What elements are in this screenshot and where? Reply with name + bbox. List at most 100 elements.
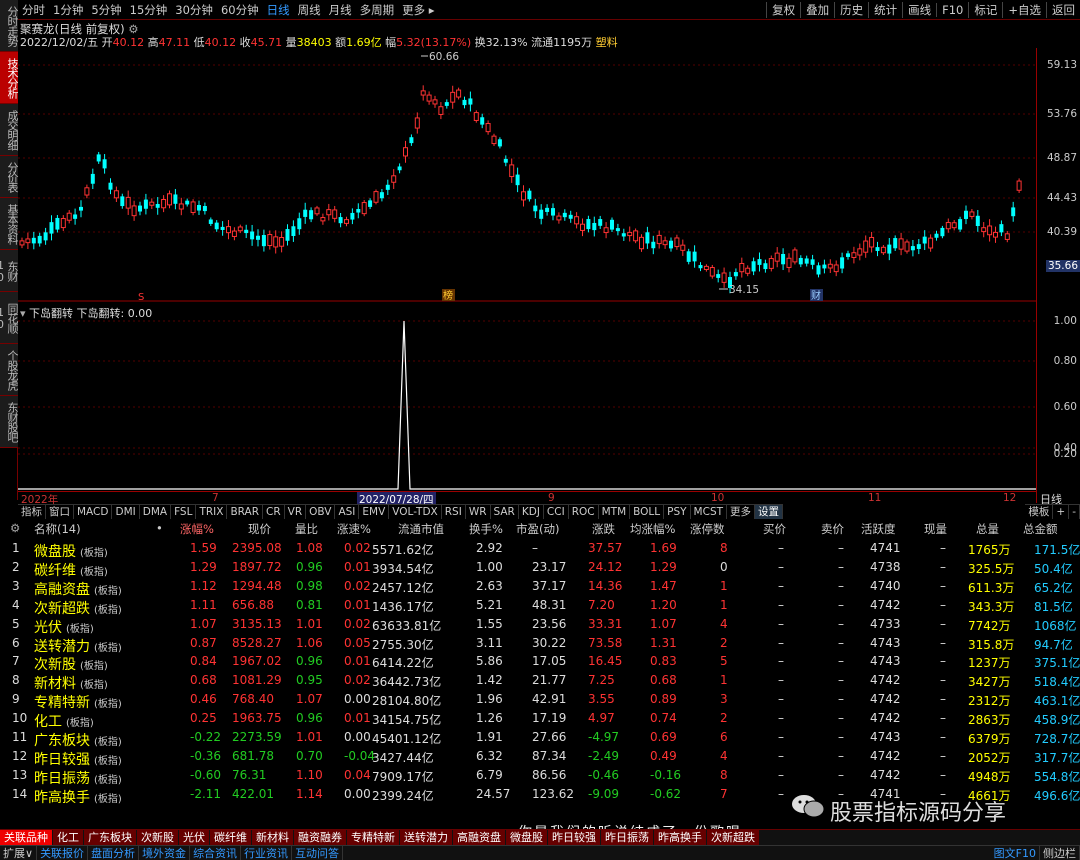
ind-tab[interactable]: VR [284,504,307,519]
table-row[interactable]: 7 次新股 (板指) 0.84 1967.02 0.96 0.01 6414.22亿 5.86 1… [0,652,1080,673]
col-name[interactable]: 名称(14) [34,521,81,537]
btab[interactable]: 次新超跌 [707,830,759,845]
period-tab[interactable]: 月线 [325,2,356,18]
history-button[interactable]: 历史 [834,1,868,18]
period-tab[interactable]: 周线 [294,2,325,18]
col-chg[interactable]: 涨幅% [180,521,214,537]
period-tab[interactable]: 多周期 [356,2,399,18]
kline-chart-area[interactable]: 60.66 34.15 S 榜 财 [18,48,1036,494]
ind-tab[interactable]: ASI [335,504,360,519]
period-tab[interactable]: 5分钟 [87,2,125,18]
vtab-forum[interactable]: 东财股吧 [0,396,19,448]
remove-pane-button[interactable]: - [1069,504,1080,519]
status-link[interactable]: 互动问答 [292,845,344,860]
btab[interactable]: 微盘股 [506,830,547,845]
btab[interactable]: 昨日较强 [548,830,600,845]
table-row[interactable]: 2 碳纤维 (板指) 1.29 1897.72 0.96 0.01 3934.54亿 1.00 2… [0,558,1080,579]
ind-tab[interactable]: SAR [490,504,519,519]
vtab-trades[interactable]: 成交明细 [0,104,19,156]
ind-tab[interactable]: EMV [359,504,390,519]
btab[interactable]: 专精特新 [347,830,399,845]
table-row[interactable]: 3 高融资盘 (板指) 1.12 1294.48 0.98 0.02 2457.12亿 2.63… [0,577,1080,598]
add-pane-button[interactable]: + [1053,504,1070,519]
ind-tab[interactable]: 指标 [18,504,46,519]
table-row[interactable]: 11 广东板块 (板指) -0.22 2273.59 1.01 0.00 45401.12亿 1… [0,728,1080,749]
add-watchlist-button[interactable]: +自选 [1002,1,1046,18]
col-zd[interactable]: 涨跌 [592,521,615,537]
vtab-price-table[interactable]: 分价表 [0,156,19,198]
btab[interactable]: 送转潜力 [400,830,452,845]
period-tab-daily[interactable]: 日线 [263,2,294,18]
ind-tab[interactable]: WR [465,504,491,519]
btab[interactable]: 昨高换手 [654,830,706,845]
col-vol[interactable]: 总量 [976,521,999,537]
btab[interactable]: 广东板块 [84,830,136,845]
ind-tab[interactable]: PSY [664,504,691,519]
indicator-name[interactable]: 下岛翻转 [29,307,73,320]
btab[interactable]: 高融资盘 [453,830,505,845]
ind-tab[interactable]: CCI [543,504,569,519]
dropdown-icon[interactable]: ▾ [20,307,26,320]
ind-tab[interactable]: MTM [598,504,631,519]
ind-tab[interactable]: OBV [306,504,336,519]
col-buy[interactable]: 买价 [763,521,786,537]
table-row[interactable]: 5 光伏 (板指) 1.07 3135.13 1.01 0.02 63633.81亿 1.55 2… [0,615,1080,636]
template-button[interactable]: 模板 [1025,504,1054,519]
period-tab[interactable]: 1分钟 [49,2,87,18]
back-button[interactable]: 返回 [1046,1,1080,18]
ind-tab[interactable]: BRAR [227,504,263,519]
col-lb[interactable]: 量比 [295,521,318,537]
ind-tab[interactable]: FSL [171,504,197,519]
table-row[interactable]: 12 昨日较强 (板指) -0.36 681.78 0.70 -0.04 3427.44亿 6.… [0,747,1080,768]
btab[interactable]: 融资融券 [294,830,346,845]
btab-related[interactable]: 关联品种 [0,830,52,845]
btab[interactable]: 碳纤维 [210,830,251,845]
vtab-dragon-tiger[interactable]: 个股龙虎 [0,344,19,396]
btab[interactable]: 新材料 [252,830,293,845]
status-link[interactable]: 行业资讯 [241,845,293,860]
col-amt[interactable]: 总金额 [1023,521,1058,537]
ind-tab[interactable]: 窗口 [46,504,74,519]
ind-tab[interactable]: VOL-TDX [389,504,442,519]
btab[interactable]: 光伏 [179,830,209,845]
ind-tab[interactable]: DMI [112,504,140,519]
f10-link[interactable]: 图文F10 [991,845,1040,860]
table-row[interactable]: 6 送转潜力 (板指) 0.87 8528.27 1.06 0.05 2755.30亿 3.11… [0,634,1080,655]
table-row[interactable]: 13 昨日振荡 (板指) -0.60 76.31 1.10 0.04 7909.17亿 6.79… [0,766,1080,787]
marker-board[interactable]: 榜 [443,289,453,302]
col-pe[interactable]: 市盈(动) [516,521,559,537]
col-speed[interactable]: 涨速% [337,521,371,537]
overlay-button[interactable]: 叠加 [800,1,834,18]
draw-line-button[interactable]: 画线 [902,1,936,18]
col-avg[interactable]: 均涨幅% [630,521,675,537]
btab[interactable]: 次新股 [137,830,178,845]
ind-tab-more[interactable]: 更多 [727,504,756,519]
table-row[interactable]: 1 微盘股 (板指) 1.59 2395.08 1.08 0.02 5571.62亿 2.92–… [0,539,1080,560]
btab[interactable]: 昨日振荡 [601,830,653,845]
ind-tab[interactable]: MACD [74,504,113,519]
status-link[interactable]: 综合资讯 [190,845,242,860]
vtab-profile[interactable]: 基本资料 [0,198,19,250]
marker-s[interactable]: S [138,292,144,303]
btab[interactable]: 化工 [53,830,83,845]
status-link[interactable]: 关联报价 [37,845,89,860]
col-turn[interactable]: 换手% [469,521,503,537]
more-periods-button[interactable]: 更多 ▸ [398,2,438,18]
sidebar-toggle[interactable]: 侧边栏 [1040,845,1080,860]
table-row[interactable]: 8 新材料 (板指) 0.68 1081.29 0.95 0.02 36442.73亿 1.42… [0,671,1080,692]
stats-button[interactable]: 统计 [868,1,902,18]
gear-icon[interactable]: ⚙ [10,521,20,535]
expand-button[interactable]: 扩展∨ [0,845,38,860]
col-act[interactable]: 活跃度 [861,521,896,537]
table-row[interactable]: 4 次新超跌 (板指) 1.11 656.88 0.81 0.01 1436.17亿 5.21 4… [0,596,1080,617]
period-tab[interactable]: 15分钟 [126,2,172,18]
col-mv[interactable]: 流通市值 [398,521,444,537]
ind-tab[interactable]: RSI [441,504,466,519]
vtab-ths[interactable]: 同花顺10 [0,292,19,344]
ind-tab[interactable]: DMA [139,504,172,519]
ind-tab-settings[interactable]: 设置 [755,504,784,519]
table-row[interactable]: 9 专精特新 (板指) 0.46 768.40 1.07 0.00 28104.80亿 1.96… [0,690,1080,711]
f10-button[interactable]: F10 [936,2,968,17]
ind-tab[interactable]: TRIX [196,504,228,519]
col-sell[interactable]: 卖价 [821,521,844,537]
